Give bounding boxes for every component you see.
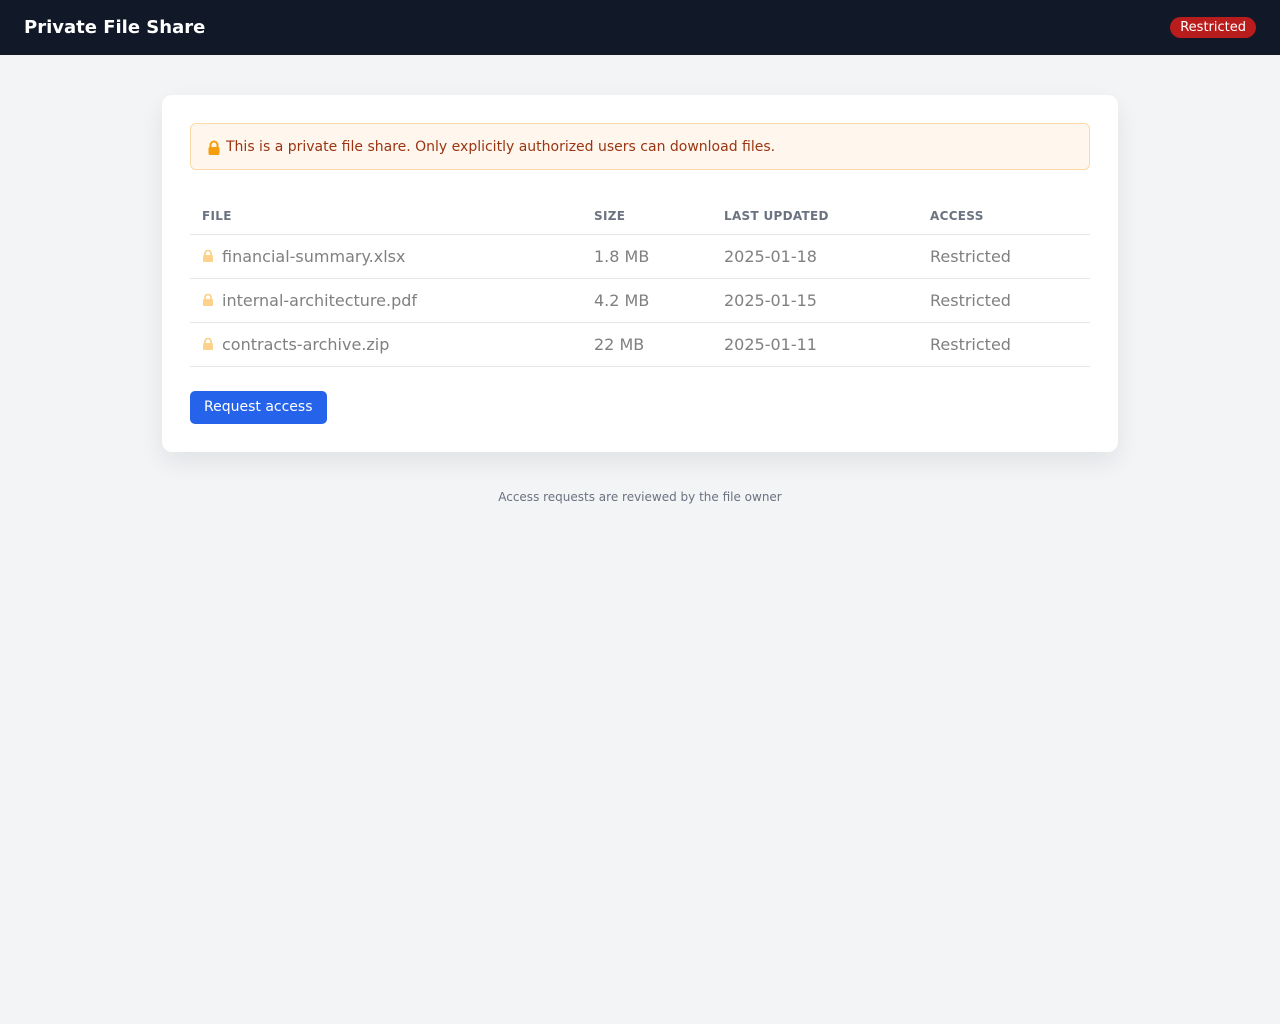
file-cell: internal-architecture.pdf (190, 278, 582, 323)
column-header-access[interactable]: ACCESS (918, 198, 1090, 235)
file-name: financial-summary.xlsx (222, 246, 406, 266)
file-access: Restricted (918, 234, 1090, 279)
file-access: Restricted (918, 322, 1090, 367)
file-share-card: This is a private file share. Only expli… (162, 95, 1118, 452)
notice-text: This is a private file share. Only expli… (226, 138, 776, 155)
private-share-notice: This is a private file share. Only expli… (190, 123, 1090, 170)
file-name: internal-architecture.pdf (222, 290, 418, 310)
file-cell: contracts-archive.zip (190, 322, 582, 367)
file-table: FILE SIZE LAST UPDATED ACCESS financial-… (190, 198, 1090, 367)
table-header-row: FILE SIZE LAST UPDATED ACCESS (190, 198, 1090, 235)
file-name: contracts-archive.zip (222, 334, 390, 354)
table-row[interactable]: contracts-archive.zip 22 MB 2025-01-11 R… (190, 322, 1090, 367)
lock-icon (207, 140, 221, 156)
file-size: 22 MB (582, 322, 712, 367)
request-access-button[interactable]: Request access (190, 390, 327, 424)
file-access: Restricted (918, 278, 1090, 323)
table-row[interactable]: financial-summary.xlsx 1.8 MB 2025-01-18… (190, 234, 1090, 279)
file-last-updated: 2025-01-11 (712, 322, 918, 367)
footer-note: Access requests are reviewed by the file… (498, 490, 782, 504)
file-size: 4.2 MB (582, 278, 712, 323)
column-header-file[interactable]: FILE (190, 198, 582, 235)
lock-icon (202, 292, 214, 306)
status-badge: Restricted (1170, 17, 1256, 38)
top-bar: Private File Share Restricted (0, 0, 1280, 55)
table-row[interactable]: internal-architecture.pdf 4.2 MB 2025-01… (190, 278, 1090, 323)
lock-icon (202, 336, 214, 350)
file-last-updated: 2025-01-18 (712, 234, 918, 279)
column-header-last-updated[interactable]: LAST UPDATED (712, 198, 918, 235)
file-size: 1.8 MB (582, 234, 712, 279)
lock-icon (202, 248, 214, 262)
column-header-size[interactable]: SIZE (582, 198, 712, 235)
app-title: Private File Share (24, 17, 206, 38)
file-cell: financial-summary.xlsx (190, 234, 582, 279)
file-last-updated: 2025-01-15 (712, 278, 918, 323)
